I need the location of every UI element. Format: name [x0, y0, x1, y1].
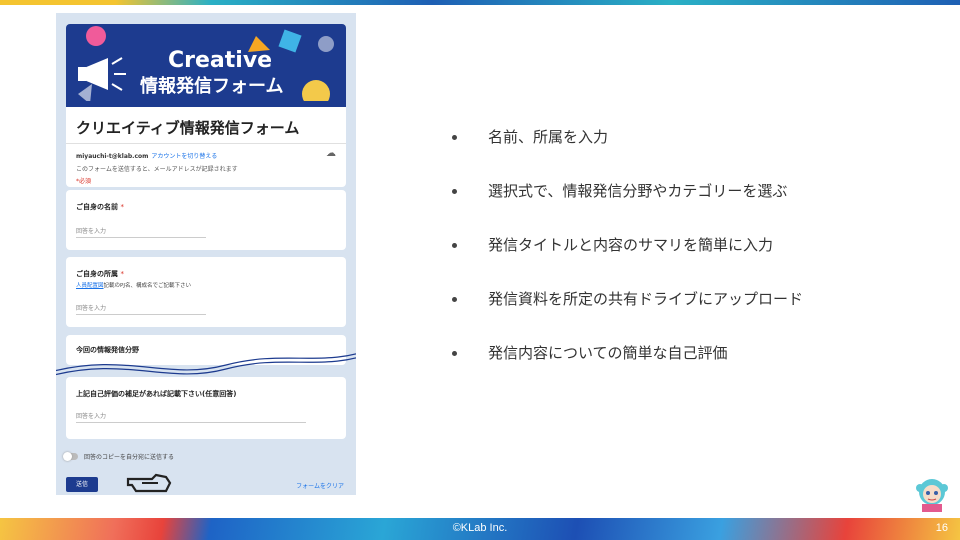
form-screenshot: Creative 情報発信フォーム クリエイティブ情報発信フォーム miyauc… [56, 13, 356, 495]
banner-title-line1: Creative [168, 48, 273, 73]
question-name-card: ご自身の名前 * 回答を入力 [66, 190, 346, 250]
clear-form-link[interactable]: フォームをクリア [296, 481, 344, 490]
supplement-input[interactable]: 回答を入力 [76, 411, 306, 423]
required-note: *必須 [76, 178, 92, 185]
list-item: 発信資料を所定の共有ドライブにアップロード [452, 288, 803, 342]
email-text: miyauchi-t@klab.com [76, 153, 149, 160]
question-label: ご自身の名前 * [76, 203, 124, 211]
question-label: ご自身の所属 * [76, 270, 124, 278]
mascot-icon [916, 479, 948, 512]
question-label: 上記自己評価の補足があれば記載下さい(任意回答) [76, 390, 237, 398]
name-input[interactable]: 回答を入力 [76, 226, 206, 238]
page-number: 16 [935, 522, 948, 534]
send-copy-label: 回答のコピーを自分宛に送信する [84, 454, 175, 461]
copyright: ©KLab Inc. [452, 522, 508, 534]
list-item: 選択式で、情報発信分野やカテゴリーを選ぶ [452, 180, 803, 234]
top-accent-bar [0, 0, 960, 5]
question-label-text: ご自身の名前 [76, 203, 118, 211]
list-item: 発信タイトルと内容のサマリを簡単に入力 [452, 234, 803, 288]
question-description-text: 記載のPJ名、構成名でご記載下さい [103, 283, 191, 289]
question-supplement-card: 上記自己評価の補足があれば記載下さい(任意回答) 回答を入力 [66, 377, 346, 439]
form-header-card: クリエイティブ情報発信フォーム miyauchi-t@klab.com アカウント… [66, 101, 346, 187]
form-banner: Creative 情報発信フォーム [66, 24, 346, 110]
pointing-hand-icon [126, 473, 172, 493]
megaphone-icon [78, 57, 126, 91]
affiliation-input[interactable]: 回答を入力 [76, 303, 206, 315]
question-affiliation-card: ご自身の所属 * 人員配置図記載のPJ名、構成名でご記載下さい 回答を入力 [66, 257, 346, 327]
submit-button[interactable]: 送信 [66, 477, 98, 492]
switch-account-link[interactable]: アカウントを切り替える [151, 153, 217, 160]
banner-title-line2: 情報発信フォーム [140, 76, 284, 97]
staffing-chart-link[interactable]: 人員配置図 [76, 283, 104, 289]
question-description: 人員配置図記載のPJ名、構成名でご記載下さい [76, 281, 191, 289]
account-email: miyauchi-t@klab.com アカウントを切り替える [76, 151, 217, 160]
divider [66, 143, 346, 144]
list-item: 発信内容についての簡単な自己評価 [452, 342, 803, 396]
feature-list: 名前、所属を入力 選択式で、情報発信分野やカテゴリーを選ぶ 発信タイトルと内容の… [452, 126, 803, 396]
omission-wave [56, 353, 356, 376]
form-title: クリエイティブ情報発信フォーム [76, 119, 300, 137]
list-item: 名前、所属を入力 [452, 126, 803, 180]
cloud-icon: ☁ [326, 148, 336, 159]
send-copy-toggle[interactable] [63, 452, 78, 461]
question-label-text: ご自身の所属 [76, 270, 118, 278]
email-record-note: このフォームを送信すると、メールアドレスが記録されます [76, 166, 238, 173]
